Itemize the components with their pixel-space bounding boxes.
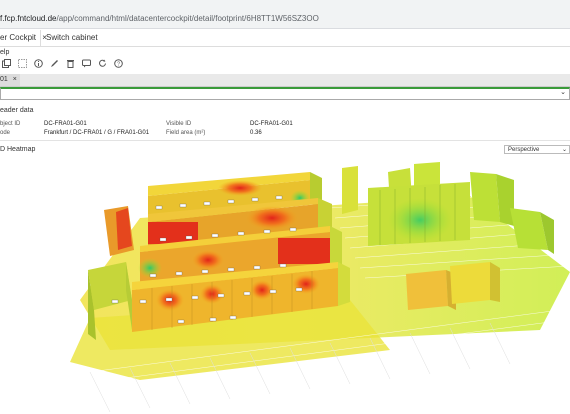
visible-id-label: Visible ID [166,121,192,127]
path-value: Frankfurt / DC-FRA01 / G / FRA01-G01 [44,130,150,136]
tab-cockpit-label: er Cockpit [0,33,37,42]
help-icon[interactable]: ? [113,59,123,69]
menu-bar: elp [0,47,570,59]
url-text[interactable]: f.fcp.fntcloud.de/app/command/html/datac… [0,14,319,23]
delete-icon[interactable] [65,59,75,69]
info-icon[interactable] [33,59,43,69]
field-area-label: Field area (m²) [166,130,206,136]
subtab-close-icon[interactable]: × [13,76,17,83]
object-selector[interactable]: ⌄ [0,87,570,100]
object-id-label: bject ID [0,121,21,127]
edit-icon[interactable] [49,59,59,69]
select-icon[interactable] [17,59,27,69]
subtab-item[interactable]: 01 × [0,74,20,86]
object-id-value: DC-FRA01-G01 [44,121,87,127]
svg-text:?: ? [116,62,119,68]
subtab-strip: 01 × [0,74,570,87]
tab-cockpit[interactable]: er Cockpit × [0,30,47,46]
divider [0,140,570,141]
chat-icon[interactable] [81,59,91,69]
field-area-value: 0.36 [250,130,262,136]
copy-icon[interactable] [1,59,11,69]
toolbar: ? [0,59,570,73]
subtab-label: 01 [0,76,8,83]
url-host: f.fcp.fntcloud.de [0,14,57,23]
tab-switch-cabinet-label: Switch cabinet [46,33,98,42]
heatmap-3d-view[interactable] [0,150,570,414]
path-label: ode [0,130,11,136]
tab-strip: er Cockpit × Switch cabinet [0,30,570,47]
visible-id-value: DC-FRA01-G01 [250,121,293,127]
chevron-down-icon[interactable]: ⌄ [560,88,566,96]
url-path: /app/command/html/datacentercockpit/deta… [56,14,319,23]
refresh-icon[interactable] [97,59,107,69]
section-title-header-data: eader data [0,107,34,114]
menu-help[interactable]: elp [0,49,9,56]
tab-switch-cabinet[interactable]: Switch cabinet [46,30,98,46]
